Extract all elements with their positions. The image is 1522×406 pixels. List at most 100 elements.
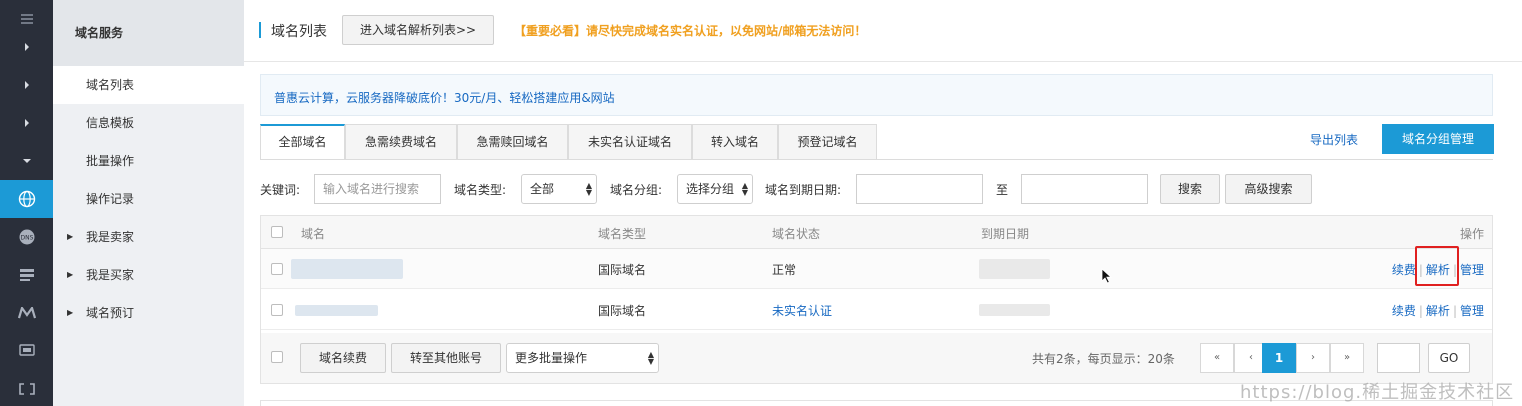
domain-group-select[interactable]: 选择分组 ▲ ▼ [677,174,753,204]
col-type: 域名类型 [598,227,647,241]
keyword-input[interactable]: 输入域名进行搜索 [314,174,441,204]
sidebar-item-seller[interactable]: ▶ 我是卖家 [53,218,244,256]
domain-status-link[interactable]: 未实名认证 [772,302,832,319]
domain-group-value: 选择分组 [686,182,735,196]
expiry-start-input[interactable] [856,174,983,204]
promo-link[interactable]: 普惠云计算，云服务器降破底价！30元/月、轻松搭建应用&网站 [274,89,615,106]
title-accent-bar [259,22,261,38]
page-number-input[interactable] [1377,343,1420,373]
tab-all-domains[interactable]: 全部域名 [260,124,345,160]
monitor-icon[interactable] [0,332,53,370]
promo-banner[interactable]: 普惠云计算，云服务器降破底价！30元/月、轻松搭建应用&网站 [260,74,1493,116]
icon-rail: DNS [0,0,53,406]
domain-group-label: 域名分组: [610,183,663,197]
to-label: 至 [996,183,1009,197]
ops-separator: | [1452,304,1457,318]
col-domain: 域名 [301,227,326,241]
sidebar: 域名服务 域名列表 信息模板 批量操作 操作记录 ▶ 我是卖家 ▶ 我是买家 ▶ 域名… [53,0,244,406]
first-page-button[interactable]: « [1200,343,1234,373]
server-stack-icon[interactable] [0,256,53,294]
domain-type-label: 域名类型: [454,183,507,197]
caret-right-icon[interactable] [0,104,53,142]
sidebar-item-label: 信息模板 [86,116,135,130]
table-footer: 域名续费 转至其他账号 更多批量操作 ▲ ▼ 共有2条，每页显示：20条 « ‹ … [261,333,1492,383]
watermark-text: https://blog.稀土掘金技术社区 [1240,382,1515,403]
expiry-date-redacted [979,259,1050,279]
caret-right-icon: ▶ [67,270,74,279]
tabs-divider [260,159,1493,160]
manage-link[interactable]: 管理 [1460,304,1484,318]
domain-type-select[interactable]: 全部 ▲ ▼ [521,174,597,204]
select-arrows-icon: ▲ ▼ [741,181,748,197]
transfer-account-button[interactable]: 转至其他账号 [391,343,501,373]
sidebar-item-batch-ops[interactable]: 批量操作 [53,142,244,180]
batch-renew-button[interactable]: 域名续费 [300,343,386,373]
select-arrows-icon: ▲ ▼ [585,181,592,197]
renew-link[interactable]: 续费 [1392,304,1416,318]
sidebar-item-info-template[interactable]: 信息模板 [53,104,244,142]
page-header: 域名列表 进入域名解析列表>> 【重要必看】请尽快完成域名实名认证，以免网站/邮… [244,0,1522,62]
domain-status-cell: 正常 [772,263,797,277]
tab-transfer-in[interactable]: 转入域名 [692,124,778,160]
pagination-summary: 共有2条，每页显示：20条 [1032,352,1175,366]
sidebar-item-label: 我是买家 [86,268,135,282]
svg-text:DNS: DNS [20,235,33,242]
footer-select-all-checkbox[interactable] [271,351,283,363]
globe-icon[interactable] [0,180,53,218]
export-list-link[interactable]: 导出列表 [1310,131,1358,148]
ops-separator: | [1418,304,1423,318]
caret-right-icon[interactable] [0,66,53,104]
domain-name-redacted[interactable] [291,259,403,279]
row-ops: 续费 | 解析 | 管理 [1392,302,1484,319]
tab-unverified[interactable]: 未实名认证域名 [568,124,692,160]
sidebar-item-reservation[interactable]: ▶ 域名预订 [53,294,244,332]
domain-group-manage-button[interactable]: 域名分组管理 [1382,124,1494,154]
sidebar-item-label: 操作记录 [86,192,135,206]
last-page-button[interactable]: » [1330,343,1364,373]
next-page-button[interactable]: › [1296,343,1330,373]
expiry-date-redacted [979,304,1050,316]
manage-link[interactable]: 管理 [1460,263,1484,277]
expiry-date-label: 域名到期日期: [765,183,842,197]
domain-type-value: 全部 [530,182,555,196]
sidebar-title: 域名服务 [53,0,244,66]
sidebar-item-op-log[interactable]: 操作记录 [53,180,244,218]
page-1-button[interactable]: 1 [1262,343,1296,373]
main-content: 域名列表 进入域名解析列表>> 【重要必看】请尽快完成域名实名认证，以免网站/邮… [244,0,1522,406]
sidebar-item-label: 域名列表 [86,78,135,92]
caret-down-icon[interactable] [0,142,53,180]
more-batch-ops-select[interactable]: 更多批量操作 ▲ ▼ [506,343,659,373]
table-header: 域名 域名类型 域名状态 到期日期 操作 [261,216,1492,249]
row-checkbox[interactable] [271,304,283,316]
page-title: 域名列表 [271,24,327,40]
dns-list-button[interactable]: 进入域名解析列表>> [342,15,494,45]
domain-table: 域名 域名类型 域名状态 到期日期 操作 国际域名 正常 续费 | 解析 | 管理 国际… [260,215,1493,384]
caret-right-icon: ▶ [67,232,74,241]
row-checkbox[interactable] [271,263,283,275]
expiry-end-input[interactable] [1021,174,1148,204]
sidebar-item-domain-list[interactable]: 域名列表 [53,66,244,104]
domain-type-cell: 国际域名 [598,304,647,318]
tab-redeem-urgent[interactable]: 急需赎回域名 [457,124,568,160]
table-row: 国际域名 正常 续费 | 解析 | 管理 [261,249,1492,289]
col-expiry: 到期日期 [981,227,1030,241]
col-ops: 操作 [1459,227,1484,241]
caret-right-icon[interactable] [0,28,53,66]
m-logo-icon[interactable] [0,294,53,332]
search-button[interactable]: 搜索 [1160,174,1220,204]
mouse-cursor-icon [1101,268,1113,287]
keyword-label: 关键词: [260,183,301,197]
select-all-checkbox[interactable] [271,226,283,238]
sidebar-item-label: 批量操作 [86,154,135,168]
dns-icon[interactable]: DNS [0,218,53,256]
more-batch-ops-value: 更多批量操作 [515,351,588,365]
renew-link[interactable]: 续费 [1392,263,1416,277]
tab-pre-registered[interactable]: 预登记域名 [778,124,877,160]
bracket-icon[interactable] [0,370,53,406]
domain-name-redacted[interactable] [295,305,378,316]
tab-renew-urgent[interactable]: 急需续费域名 [345,124,457,160]
advanced-search-button[interactable]: 高级搜索 [1225,174,1312,204]
resolve-link[interactable]: 解析 [1426,304,1450,318]
sidebar-item-buyer[interactable]: ▶ 我是买家 [53,256,244,294]
go-button[interactable]: GO [1428,343,1470,373]
